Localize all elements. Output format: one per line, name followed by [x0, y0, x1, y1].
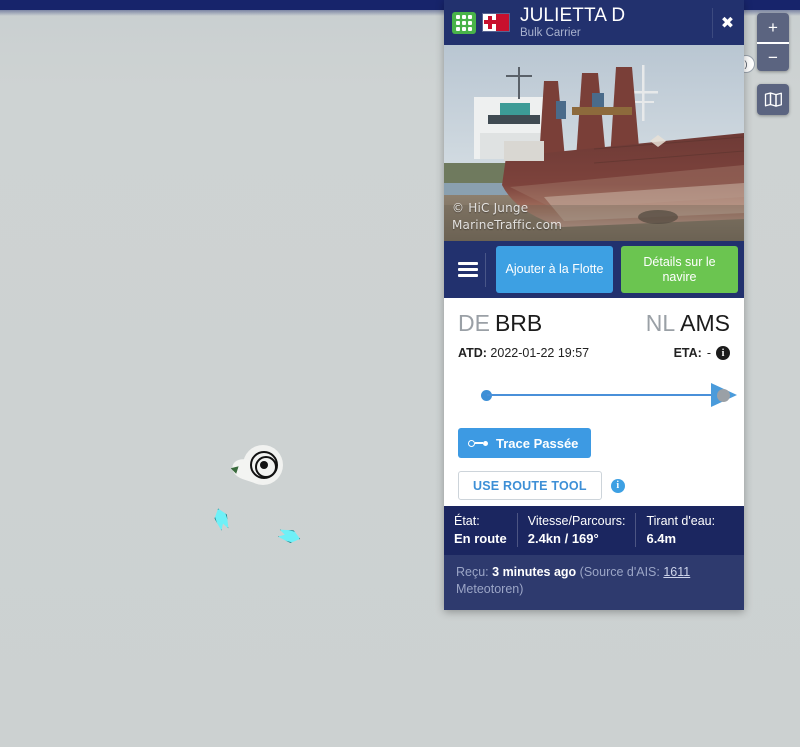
vessel-info-panel: JULIETTA D Bulk Carrier ✖ © HiC Junge Ma…	[444, 0, 744, 610]
voyage-ports: DE BRB NL AMS	[458, 310, 730, 337]
vessel-type: Bulk Carrier	[520, 26, 581, 39]
departure-country: DE	[458, 310, 490, 336]
zoom-in-button[interactable]: +	[757, 13, 789, 42]
arrival-port[interactable]: NL AMS	[646, 310, 730, 337]
marine-traffic-app: ) + − JULIETTA D Bulk Carrier ✖ © HiC Ju…	[0, 0, 800, 747]
track-icon	[468, 439, 488, 447]
map-layers-control[interactable]	[757, 84, 789, 115]
zoom-out-button[interactable]: −	[757, 42, 789, 71]
stat-value: 6.4m	[646, 531, 677, 546]
ais-source-open: (Source d'AIS:	[579, 565, 660, 579]
stat-value: En route	[454, 531, 507, 546]
voyage-times: ATD: 2022-01-22 19:57 ETA: - i	[458, 346, 730, 360]
photo-source: MarineTraffic.com	[452, 218, 563, 232]
vessel-marker[interactable]	[212, 507, 231, 532]
stat-speed-course: Vitesse/Parcours: 2.4kn / 169°	[518, 513, 637, 547]
ais-received-info: Reçu: 3 minutes ago (Source d'AIS: 1611 …	[444, 555, 744, 610]
received-prefix: Reçu:	[456, 565, 489, 579]
vessel-photo[interactable]: © HiC Junge MarineTraffic.com	[444, 45, 744, 241]
voyage-progress-bar	[458, 383, 737, 407]
route-tool-row: USE ROUTE TOOL i	[458, 471, 730, 500]
panel-action-bar: Ajouter à la Flotte Détails sur le navir…	[444, 241, 744, 298]
grid-apps-icon[interactable]	[452, 11, 476, 34]
use-route-tool-button[interactable]: USE ROUTE TOOL	[458, 471, 602, 500]
panel-header: JULIETTA D Bulk Carrier ✖	[444, 0, 744, 45]
map-layers-icon[interactable]	[757, 84, 789, 115]
atd-block: ATD: 2022-01-22 19:57	[458, 346, 589, 360]
atd-label: ATD:	[458, 346, 487, 360]
arrival-country: NL	[645, 310, 676, 336]
past-track-button[interactable]: Trace Passée	[458, 428, 592, 458]
stat-label: Vitesse/Parcours:	[527, 514, 626, 528]
received-time: 3 minutes ago	[492, 565, 577, 579]
stat-label: État:	[454, 514, 480, 528]
panel-body: DE BRB NL AMS ATD: 2022-01-22 19:57 ETA: -…	[444, 298, 744, 506]
progress-line	[487, 394, 715, 396]
departure-port-code: BRB	[494, 310, 543, 336]
photo-credit: © HiC Junge	[452, 201, 529, 215]
header-titles: JULIETTA D Bulk Carrier	[520, 6, 712, 40]
stat-label: Tirant d'eau:	[646, 514, 716, 528]
stat-draught: Tirant d'eau: 6.4m	[636, 513, 725, 547]
add-to-fleet-button[interactable]: Ajouter à la Flotte	[496, 246, 613, 293]
vessel-marker[interactable]	[277, 527, 302, 545]
atd-value: 2022-01-22 19:57	[490, 346, 590, 360]
vessel-name: JULIETTA D	[520, 5, 626, 26]
ais-source-tail: Meteotoren)	[456, 582, 524, 596]
vessel-stats-bar: État: En route Vitesse/Parcours: 2.4kn /…	[444, 506, 744, 555]
hamburger-menu-icon[interactable]	[450, 252, 486, 287]
arrival-port-code: AMS	[680, 310, 730, 336]
close-icon[interactable]: ✖	[712, 7, 738, 38]
eta-block: ETA: - i	[674, 346, 730, 360]
stat-value: 2.4kn / 169°	[527, 531, 599, 546]
departure-port[interactable]: DE BRB	[458, 310, 542, 337]
eta-value: -	[706, 346, 711, 360]
eta-label: ETA:	[673, 346, 702, 360]
stat-status: État: En route	[444, 513, 518, 547]
progress-current-dot	[717, 389, 730, 402]
info-icon[interactable]: i	[610, 478, 625, 493]
ais-source-link[interactable]: 1611	[663, 565, 690, 579]
map-zoom-controls: + −	[757, 13, 789, 71]
past-track-label: Trace Passée	[496, 435, 579, 451]
malta-flag-icon	[482, 13, 510, 32]
vessel-details-button[interactable]: Détails sur le navire	[621, 246, 738, 293]
selection-rings-icon	[250, 451, 278, 479]
info-icon[interactable]: i	[716, 346, 730, 360]
selected-vessel-marker[interactable]	[229, 445, 288, 497]
